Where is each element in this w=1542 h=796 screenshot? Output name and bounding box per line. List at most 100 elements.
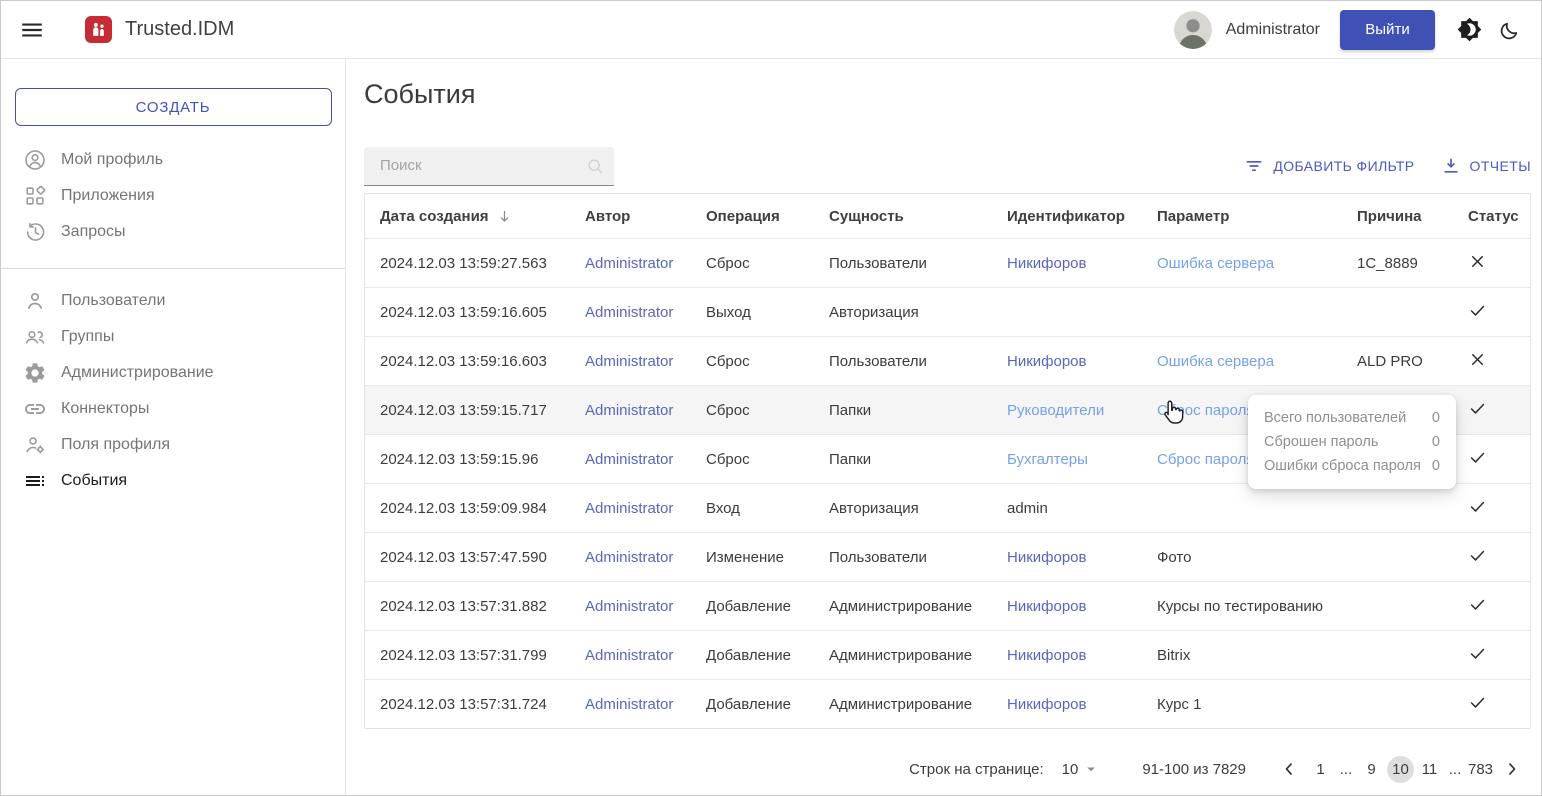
cell-identifier[interactable]: Никифоров xyxy=(992,598,1142,615)
cell-entity: Папки xyxy=(814,451,992,468)
sidebar-item-events[interactable]: События xyxy=(1,463,345,499)
chevron-right-icon[interactable] xyxy=(1502,759,1522,779)
column-label: Сущность xyxy=(829,208,904,225)
cell-identifier: admin xyxy=(992,500,1142,517)
add-filter-button[interactable]: ДОБАВИТЬ ФИЛЬТР xyxy=(1244,156,1414,176)
user-icon xyxy=(23,289,47,313)
search-input[interactable] xyxy=(378,156,578,175)
table-row[interactable]: 2024.12.03 13:59:16.605AdministratorВыхо… xyxy=(365,288,1530,337)
sidebar-item-groups[interactable]: Группы xyxy=(1,319,345,355)
cell-status xyxy=(1453,301,1530,324)
cell-author[interactable]: Administrator xyxy=(570,304,691,321)
pagination-page-1[interactable]: 1 xyxy=(1307,756,1334,783)
column-label: Параметр xyxy=(1157,208,1229,225)
history-icon xyxy=(23,220,47,244)
table-row[interactable]: 2024.12.03 13:59:09.984AdministratorВход… xyxy=(365,484,1530,533)
cell-author[interactable]: Administrator xyxy=(570,549,691,566)
search-box[interactable] xyxy=(364,147,614,186)
table-row[interactable]: 2024.12.03 13:59:16.603AdministratorСбро… xyxy=(365,337,1530,386)
tooltip-label: Ошибки сброса пароля xyxy=(1264,454,1421,478)
cell-identifier[interactable]: Никифоров xyxy=(992,255,1142,272)
column-header-operation[interactable]: Операция xyxy=(691,208,814,225)
avatar[interactable] xyxy=(1174,11,1212,49)
menu-icon[interactable] xyxy=(19,17,45,43)
cell-parameter: Фото xyxy=(1142,549,1342,566)
cell-identifier[interactable]: Бухгалтеры xyxy=(992,451,1142,468)
pagination-page-11[interactable]: 11 xyxy=(1416,756,1443,783)
sidebar-item-requests[interactable]: Запросы xyxy=(1,214,345,250)
cell-identifier[interactable]: Руководители xyxy=(992,402,1142,419)
cell-entity: Администрирование xyxy=(814,696,992,713)
pagination-page-783[interactable]: 783 xyxy=(1467,756,1494,783)
column-label: Операция xyxy=(706,208,780,225)
check-icon xyxy=(1468,497,1487,516)
cell-author[interactable]: Administrator xyxy=(570,598,691,615)
table-row[interactable]: 2024.12.03 13:57:31.724AdministratorДоба… xyxy=(365,680,1530,728)
brightness-icon[interactable] xyxy=(1457,17,1482,42)
cell-date: 2024.12.03 13:57:31.882 xyxy=(365,598,570,615)
sidebar-item-administration[interactable]: Администрирование xyxy=(1,355,345,391)
cell-parameter[interactable]: Ошибка сервера xyxy=(1142,353,1342,370)
cell-parameter: Bitrix xyxy=(1142,647,1342,664)
cell-author[interactable]: Administrator xyxy=(570,402,691,419)
groups-icon xyxy=(23,325,47,349)
cell-author[interactable]: Administrator xyxy=(570,451,691,468)
cell-status xyxy=(1453,644,1530,667)
cell-identifier[interactable]: Никифоров xyxy=(992,353,1142,370)
cell-operation: Добавление xyxy=(691,696,814,713)
sidebar: СОЗДАТЬ Мой профиль Приложения Запросы Пол… xyxy=(1,59,346,795)
cell-entity: Авторизация xyxy=(814,304,992,321)
cross-icon xyxy=(1468,350,1487,369)
cell-author[interactable]: Administrator xyxy=(570,696,691,713)
rows-per-page-value: 10 xyxy=(1062,761,1079,778)
sidebar-item-apps[interactable]: Приложения xyxy=(1,178,345,214)
check-icon xyxy=(1468,448,1487,467)
cell-operation: Сброс xyxy=(691,353,814,370)
cell-identifier[interactable]: Никифоров xyxy=(992,647,1142,664)
link-icon xyxy=(23,397,47,421)
tooltip-value: 0 xyxy=(1432,454,1440,478)
cell-author[interactable]: Administrator xyxy=(570,647,691,664)
cell-date: 2024.12.03 13:57:47.590 xyxy=(365,549,570,566)
sidebar-item-connectors[interactable]: Коннекторы xyxy=(1,391,345,427)
sidebar-item-users[interactable]: Пользователи xyxy=(1,283,345,319)
pagination-page-9[interactable]: 9 xyxy=(1358,756,1385,783)
sidebar-item-profile-fields[interactable]: Поля профиля xyxy=(1,427,345,463)
cell-date: 2024.12.03 13:59:09.984 xyxy=(365,500,570,517)
toolbar: ДОБАВИТЬ ФИЛЬТР ОТЧЕТЫ xyxy=(364,146,1531,186)
cell-parameter[interactable]: Ошибка сервера xyxy=(1142,255,1342,272)
password-reset-tooltip: Всего пользователей0Сброшен пароль0Ошибк… xyxy=(1248,395,1456,489)
column-header-reason[interactable]: Причина xyxy=(1342,208,1453,225)
rows-per-page-select[interactable]: 10 xyxy=(1062,760,1101,778)
column-header-parameter[interactable]: Параметр xyxy=(1142,208,1342,225)
cell-entity: Администрирование xyxy=(814,598,992,615)
cell-author[interactable]: Administrator xyxy=(570,255,691,272)
cell-date: 2024.12.03 13:59:15.717 xyxy=(365,402,570,419)
pagination-page-10[interactable]: 10 xyxy=(1387,756,1414,783)
column-header-identifier[interactable]: Идентификатор xyxy=(992,208,1142,225)
chevron-left-icon[interactable] xyxy=(1279,759,1299,779)
cell-author[interactable]: Administrator xyxy=(570,353,691,370)
cell-identifier[interactable]: Никифоров xyxy=(992,549,1142,566)
filter-icon xyxy=(1244,156,1264,176)
moon-icon[interactable] xyxy=(1498,17,1523,42)
reports-button[interactable]: ОТЧЕТЫ xyxy=(1441,156,1531,176)
sidebar-item-my-profile[interactable]: Мой профиль xyxy=(1,142,345,178)
logout-button[interactable]: Выйти xyxy=(1340,10,1435,50)
table-row[interactable]: 2024.12.03 13:59:27.563AdministratorСбро… xyxy=(365,239,1530,288)
table-row[interactable]: 2024.12.03 13:57:47.590AdministratorИзме… xyxy=(365,533,1530,582)
column-header-entity[interactable]: Сущность xyxy=(814,208,992,225)
column-header-date[interactable]: Дата создания xyxy=(365,208,570,225)
sidebar-item-label: Приложения xyxy=(61,187,155,205)
cell-identifier[interactable]: Никифоров xyxy=(992,696,1142,713)
cell-author[interactable]: Administrator xyxy=(570,500,691,517)
table-row[interactable]: 2024.12.03 13:57:31.882AdministratorДоба… xyxy=(365,582,1530,631)
apps-icon xyxy=(23,184,47,208)
sidebar-divider xyxy=(1,268,345,269)
table-row[interactable]: 2024.12.03 13:57:31.799AdministratorДоба… xyxy=(365,631,1530,680)
cell-date: 2024.12.03 13:59:27.563 xyxy=(365,255,570,272)
cell-operation: Изменение xyxy=(691,549,814,566)
column-header-status[interactable]: Статус xyxy=(1453,208,1530,225)
create-button[interactable]: СОЗДАТЬ xyxy=(15,88,332,126)
column-header-author[interactable]: Автор xyxy=(570,208,691,225)
